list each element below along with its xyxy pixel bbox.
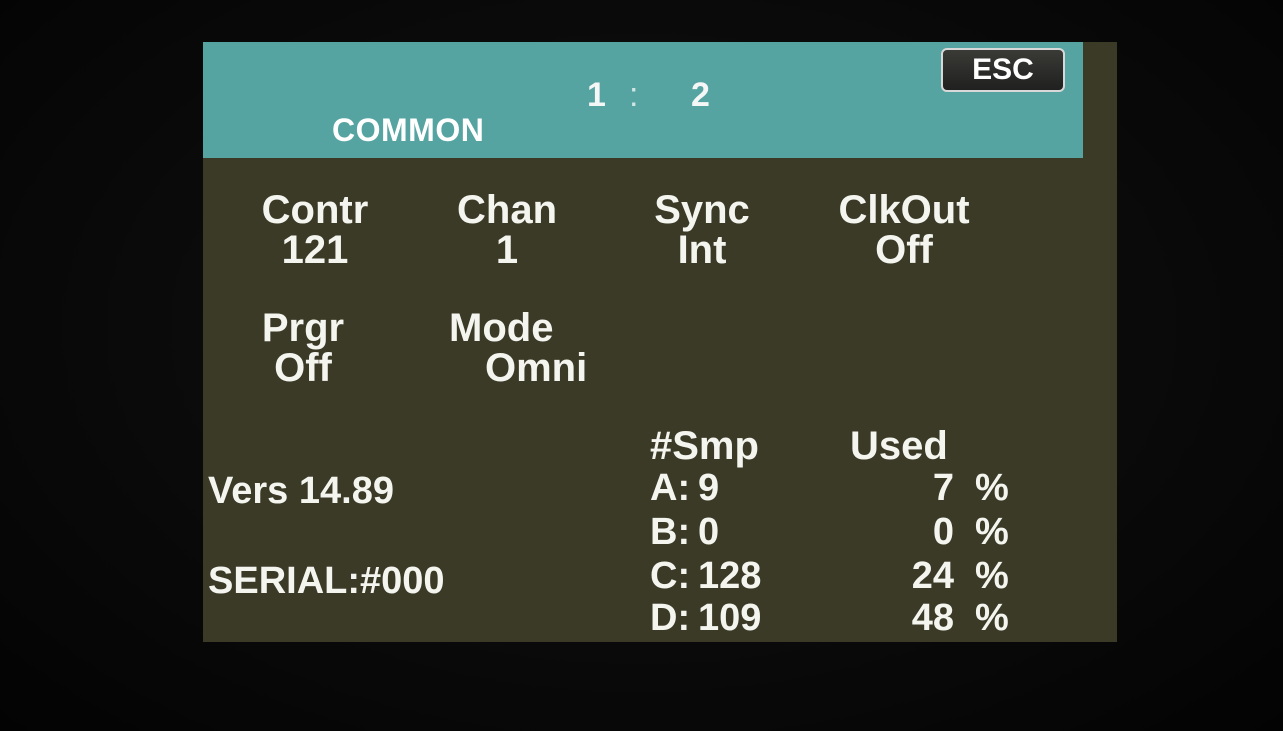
percent-sign: %	[975, 511, 1009, 553]
memory-row-d: D: 109 48 %	[650, 597, 1050, 639]
param-clkout-label: ClkOut	[838, 188, 970, 232]
samples-header: #Smp	[650, 424, 759, 468]
bank-used: 48	[911, 597, 954, 639]
serial-text: SERIAL:#000	[208, 560, 445, 602]
param-clkout[interactable]: ClkOut Off	[829, 190, 979, 270]
param-contr-label: Contr	[261, 188, 369, 232]
param-mode-value: Omni	[485, 346, 588, 390]
bank-label: D:	[650, 597, 691, 639]
param-contr-value: 121	[281, 228, 349, 272]
param-mode-label: Mode	[449, 306, 554, 350]
percent-sign: %	[975, 555, 1009, 597]
param-chan-label: Chan	[457, 188, 557, 232]
percent-sign: %	[975, 467, 1009, 509]
memory-row-a: A: 9 7 %	[650, 467, 1050, 509]
param-mode[interactable]: Mode Omni	[449, 308, 599, 388]
memory-row-b: B: 0 0 %	[650, 511, 1050, 553]
param-chan[interactable]: Chan 1	[447, 190, 567, 270]
bank-samples: 128	[698, 555, 762, 597]
version-text: Vers 14.89	[208, 470, 394, 512]
bank-used: 24	[911, 555, 954, 597]
bank-samples: 109	[698, 597, 762, 639]
esc-button[interactable]: ESC	[941, 48, 1065, 92]
page-total: 2	[691, 76, 710, 114]
bank-label: C:	[650, 555, 691, 597]
param-sync-label: Sync	[654, 188, 750, 232]
memory-row-c: C: 128 24 %	[650, 555, 1050, 597]
bank-used: 7	[932, 467, 954, 509]
param-prgr-value: Off	[274, 346, 332, 390]
param-prgr-label: Prgr	[261, 306, 345, 350]
param-sync[interactable]: Sync Int	[639, 190, 765, 270]
bank-used: 0	[932, 511, 954, 553]
bank-label: A:	[650, 467, 691, 509]
param-contr[interactable]: Contr 121	[255, 190, 375, 270]
lcd-screen: 1 : 2 COMMON ESC Contr 121 Chan 1 Sync I…	[203, 42, 1117, 642]
bank-samples: 0	[698, 511, 720, 553]
bank-label: B:	[650, 511, 691, 553]
param-clkout-value: Off	[875, 228, 933, 272]
param-sync-value: Int	[677, 228, 727, 272]
used-header: Used	[850, 424, 948, 468]
page-current: 1	[587, 76, 606, 114]
page-separator: :	[629, 76, 639, 114]
param-prgr[interactable]: Prgr Off	[253, 308, 353, 388]
param-chan-value: 1	[495, 228, 519, 272]
bank-samples: 9	[698, 467, 720, 509]
page-title: COMMON	[332, 112, 485, 148]
percent-sign: %	[975, 597, 1009, 639]
